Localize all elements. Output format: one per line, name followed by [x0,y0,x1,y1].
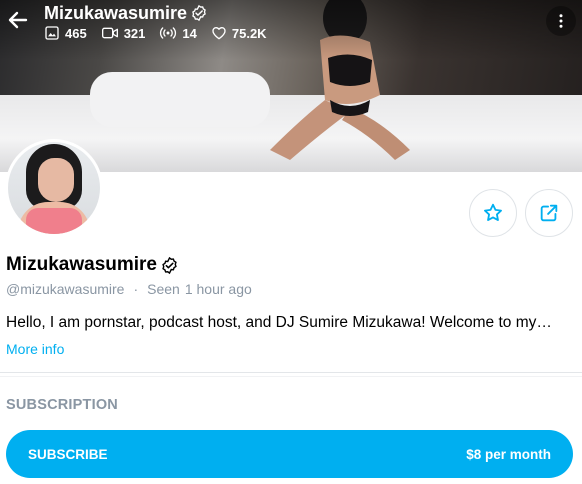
verified-icon [192,4,206,22]
subscribe-label: SUBSCRIBE [28,446,108,462]
stat-photos[interactable]: 465 [44,25,87,41]
favorite-button[interactable] [469,189,517,237]
star-icon [484,203,502,221]
seen-value: 1 hour ago [184,281,252,297]
section-divider [0,372,582,373]
seen-label: Seen [147,281,180,297]
profile-name: Mizukawasumire [6,254,179,276]
stat-likes-count: 75.2K [231,25,267,41]
subscription-heading: SUBSCRIPTION [6,397,118,413]
header-title-text: Mizukawasumire [44,2,188,23]
separator-dot: · [133,281,139,297]
stat-videos[interactable]: 321 [101,25,146,41]
more-icon [559,14,563,28]
avatar-face [38,158,74,202]
profile-handle: @mizukawasumire [6,281,125,297]
stat-photos-count: 465 [65,25,87,41]
stat-videos-count: 321 [123,25,146,41]
avatar-image [8,142,100,234]
back-arrow-icon [8,11,28,29]
share-icon [540,204,558,222]
subscribe-price: $8 per month [466,446,551,462]
heart-icon [212,27,226,40]
stat-streams[interactable]: 14 [159,25,197,41]
share-button[interactable] [525,189,573,237]
stat-likes[interactable]: 75.2K [211,25,267,41]
more-info-link[interactable]: More info [6,341,64,357]
broadcast-icon [160,27,177,39]
subscribe-button[interactable]: SUBSCRIBE $8 per month [6,430,573,478]
image-icon [45,26,59,40]
verified-icon [162,256,177,274]
handle-row: @mizukawasumire · Seen 1 hour ago [6,281,252,297]
video-icon [101,27,118,39]
header-stats: 465 321 14 75.2K [44,25,281,41]
more-options-button[interactable] [546,6,576,36]
back-button[interactable] [6,8,30,32]
header-title: Mizukawasumire [44,2,208,24]
stat-streams-count: 14 [182,25,197,41]
profile-bio: Hello, I am pornstar, podcast host, and … [6,314,552,331]
section-divider-shadow [0,376,582,377]
profile-name-text: Mizukawasumire [6,254,157,275]
avatar-top [26,208,82,234]
avatar[interactable] [5,139,103,237]
